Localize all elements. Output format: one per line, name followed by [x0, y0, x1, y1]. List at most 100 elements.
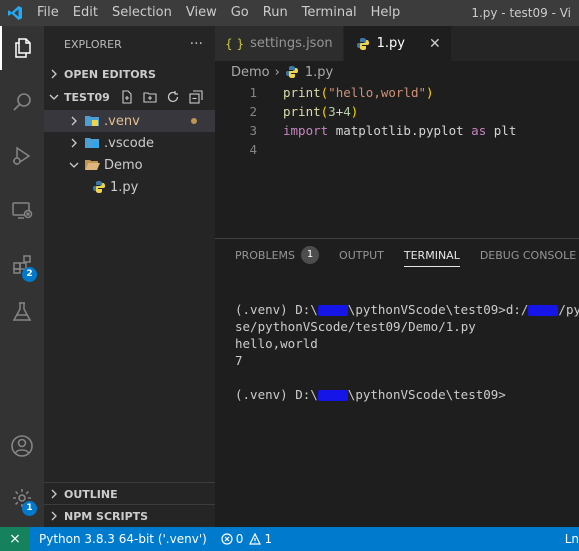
manage-gear-icon[interactable]: 1 — [0, 476, 44, 520]
error-count: 0 — [235, 532, 244, 546]
outline-label: OUTLINE — [64, 487, 118, 501]
tab-terminal[interactable]: TERMINAL — [403, 239, 460, 271]
extensions-icon[interactable]: 2 — [0, 242, 44, 286]
new-folder-icon[interactable] — [143, 90, 157, 104]
code-token: + — [335, 104, 344, 119]
tree-item-venv[interactable]: .venv — [44, 110, 215, 132]
code-line[interactable]: 1 print("hello,world") — [215, 83, 579, 102]
outline-section[interactable]: OUTLINE — [44, 482, 215, 505]
modified-dot — [191, 118, 197, 124]
terminal-output[interactable]: (.venv) D:\\pythonVScode\test09>d://pyth… — [215, 271, 579, 404]
menu-selection[interactable]: Selection — [105, 0, 179, 26]
tree-item-vscode[interactable]: .vscode — [44, 132, 215, 154]
run-debug-icon[interactable] — [0, 134, 44, 178]
menu-edit[interactable]: Edit — [66, 0, 105, 26]
code-token: ( — [320, 104, 329, 119]
code-line[interactable]: 2 print(3 +4) — [215, 102, 579, 121]
testing-flask-icon[interactable] — [0, 290, 44, 334]
npm-scripts-section[interactable]: NPM SCRIPTS — [44, 504, 215, 527]
code-editor[interactable]: 1 print("hello,world") 2 print(3 +4) 3 im… — [215, 83, 579, 238]
search-icon[interactable] — [0, 80, 44, 124]
remote-indicator-icon[interactable]: ⨯ — [0, 527, 30, 551]
line-number: 3 — [249, 123, 257, 138]
editor-tabs: { } settings.json 1.py ✕ — [215, 26, 579, 61]
code-token: matplotlib — [335, 123, 411, 138]
code-token: as — [471, 123, 487, 138]
code-token: . — [410, 123, 419, 138]
code-token: ) — [350, 104, 359, 119]
code-token: 3 — [328, 104, 336, 119]
breadcrumb-file[interactable]: 1.py — [305, 65, 333, 80]
collapse-all-icon[interactable] — [189, 90, 203, 104]
chevron-right-icon — [64, 116, 84, 126]
code-token: print — [283, 104, 321, 119]
remote-explorer-icon[interactable] — [0, 188, 44, 232]
explorer-icon[interactable] — [0, 26, 44, 70]
title-bar: File Edit Selection View Go Run Terminal… — [0, 0, 579, 26]
cursor-position[interactable]: Ln — [565, 532, 579, 546]
explorer-title: EXPLORER — [64, 37, 122, 51]
code-token: ) — [426, 85, 434, 100]
explorer-sidebar: EXPLORER ··· OPEN EDITORS TEST09 .venv .… — [44, 26, 215, 527]
tab-output[interactable]: OUTPUT — [339, 239, 384, 271]
tab-problems[interactable]: PROBLEMS 1 — [235, 239, 320, 271]
menu-view[interactable]: View — [179, 0, 224, 26]
python-file-icon — [92, 180, 110, 194]
code-line[interactable]: 4 — [215, 140, 579, 159]
chevron-down-icon — [44, 92, 64, 102]
tab-label: OUTPUT — [339, 248, 384, 262]
error-icon — [221, 533, 233, 545]
redaction-mark — [317, 390, 348, 401]
breadcrumb-folder[interactable]: Demo — [231, 65, 270, 80]
terminal-line: (.venv) D:\\pythonVScode\test09>d://pyth… — [235, 302, 579, 317]
line-number: 1 — [249, 85, 257, 100]
python-file-icon — [285, 65, 299, 79]
code-token: import — [283, 123, 329, 138]
menu-run[interactable]: Run — [256, 0, 295, 26]
python-interpreter[interactable]: Python 3.8.3 64-bit ('.venv') — [39, 532, 207, 546]
close-icon[interactable]: ✕ — [429, 36, 441, 52]
open-editors-label: OPEN EDITORS — [64, 67, 156, 81]
problems-indicator[interactable]: 0 1 — [221, 532, 272, 546]
terminal-line: hello,world — [235, 336, 318, 351]
terminal-line: (.venv) D:\ \pythonVScode\test09> — [235, 387, 506, 402]
vscode-folder-icon — [84, 136, 104, 150]
menu-file[interactable]: File — [30, 0, 66, 26]
refresh-icon[interactable] — [166, 90, 180, 104]
warning-count: 1 — [264, 532, 273, 546]
status-bar: ⨯ Python 3.8.3 64-bit ('.venv') 0 1 Ln — [0, 527, 579, 551]
terminal-line: se/pythonVScode/test09/Demo/1.py — [235, 319, 476, 334]
more-actions-icon[interactable]: ··· — [190, 36, 203, 52]
bottom-panel: PROBLEMS 1 OUTPUT TERMINAL DEBUG CONSOLE… — [215, 238, 579, 527]
problems-count-badge: 1 — [301, 246, 320, 264]
code-line[interactable]: 3 import matplotlib. pyplot as plt — [215, 121, 579, 140]
workspace-root-section[interactable]: TEST09 — [44, 86, 215, 108]
folder-open-icon — [84, 158, 104, 172]
code-token: plt — [493, 123, 517, 138]
menu-go[interactable]: Go — [224, 0, 256, 26]
tree-item-1py[interactable]: 1.py — [44, 176, 215, 198]
explorer-header: EXPLORER ··· — [44, 26, 215, 62]
tab-debug-console[interactable]: DEBUG CONSOLE — [480, 239, 576, 271]
chevron-right-icon — [64, 138, 84, 148]
panel-tabs: PROBLEMS 1 OUTPUT TERMINAL DEBUG CONSOLE — [215, 239, 579, 271]
accounts-icon[interactable] — [0, 424, 44, 468]
open-editors-section[interactable]: OPEN EDITORS — [44, 63, 215, 85]
redaction-mark — [317, 305, 348, 316]
tree-item-demo[interactable]: Demo — [44, 154, 215, 176]
menu-terminal[interactable]: Terminal — [295, 0, 364, 26]
line-number: 2 — [249, 104, 257, 119]
tree-item-label: .vscode — [104, 135, 154, 151]
tab-settings-json[interactable]: { } settings.json — [215, 26, 344, 61]
new-file-icon[interactable] — [120, 90, 134, 104]
window-title: 1.py - test09 - Vi — [471, 6, 571, 20]
code-token: pyplot — [418, 123, 464, 138]
tab-label: settings.json — [250, 36, 333, 51]
tab-1py[interactable]: 1.py ✕ — [343, 26, 452, 61]
menu-help[interactable]: Help — [364, 0, 408, 26]
warning-icon — [249, 533, 262, 545]
venv-folder-icon — [84, 114, 104, 128]
workspace-root-label: TEST09 — [64, 90, 110, 104]
